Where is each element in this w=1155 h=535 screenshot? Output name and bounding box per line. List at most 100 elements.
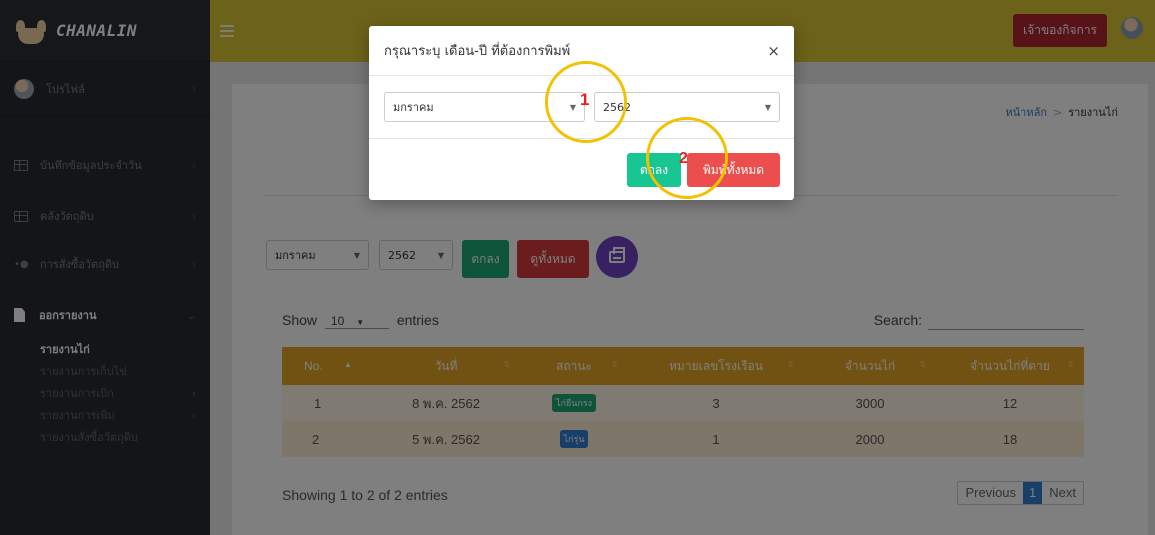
- ok-button[interactable]: ตกลง: [462, 240, 509, 278]
- brand[interactable]: CHANALIN: [0, 0, 210, 62]
- month-select[interactable]: มกราคม ▼: [266, 240, 369, 270]
- caret-down-icon: ▼: [437, 250, 444, 260]
- sort-icon: ⇅: [919, 360, 926, 369]
- pagination: Previous 1 Next: [957, 481, 1084, 505]
- previous-button[interactable]: Previous: [958, 482, 1023, 504]
- sidebar-item-profile[interactable]: โปรไฟล์ ›: [0, 62, 210, 116]
- search-input[interactable]: [928, 312, 1084, 331]
- print-button[interactable]: [596, 236, 638, 278]
- cell-date: 5 พ.ค. 2562: [372, 421, 520, 457]
- cell-status: ไก่ยืนกรง: [520, 385, 628, 421]
- year-select-value: 2562: [388, 248, 416, 262]
- chevron-right-icon: ›: [191, 82, 196, 95]
- view-all-button[interactable]: ดูทั้งหมด: [517, 240, 589, 278]
- next-button[interactable]: Next: [1042, 482, 1083, 504]
- caret-down-icon: ▼: [356, 318, 365, 327]
- file-icon: [14, 308, 25, 322]
- column-header-label: No.: [304, 359, 323, 373]
- column-header-label: จำนวนไก่ที่ตาย: [970, 358, 1050, 373]
- cell-status: ไก่รุ่น: [520, 421, 628, 457]
- printer-icon: [609, 247, 625, 263]
- chevron-down-icon: ⌄: [186, 308, 196, 322]
- cell-house: 1: [628, 421, 804, 457]
- table-icon: [14, 159, 28, 171]
- cell-no: 2: [282, 421, 372, 457]
- column-header-label: หมายเลขโรงเรือน: [669, 358, 763, 373]
- cell-count: 3000: [804, 385, 936, 421]
- datatable-controls: Show 10 ▼ entries Search:: [282, 312, 1084, 331]
- sidebar-item-label: โปรไฟล์: [46, 82, 85, 96]
- breadcrumb-home-link[interactable]: หน้าหลัก: [1005, 106, 1047, 119]
- status-badge: ไก่รุ่น: [559, 430, 589, 448]
- column-header-label: จำนวนไก่: [844, 358, 896, 373]
- sidebar-subitem-chicken-report[interactable]: รายงานไก่: [0, 338, 210, 360]
- chevron-right-icon: ›: [191, 209, 196, 223]
- breadcrumb-current: รายงานไก่: [1068, 106, 1118, 119]
- cell-dead: 12: [936, 385, 1084, 421]
- column-header-house[interactable]: หมายเลขโรงเรือน ⇅: [628, 347, 804, 385]
- breadcrumb-separator-icon: >: [1052, 106, 1063, 119]
- sidebar-subitem-label: รายงานการเก็บไข่: [40, 365, 127, 378]
- chevron-right-icon: ›: [191, 408, 196, 422]
- chevron-right-icon: ›: [191, 257, 196, 271]
- owner-button[interactable]: เจ้าของกิจการ: [1013, 14, 1107, 47]
- column-header-status[interactable]: สถานะ ⇅: [520, 347, 628, 385]
- table-icon: [14, 210, 28, 222]
- sidebar-subitem-withdraw-report[interactable]: รายงานการเบิก ›: [0, 382, 210, 404]
- column-header-dead[interactable]: จำนวนไก่ที่ตาย ⇅: [936, 347, 1084, 385]
- column-header-label: สถานะ: [556, 358, 592, 373]
- sidebar-item-label: การสั่งซื้อวัตถุดิบ: [40, 258, 120, 271]
- sort-icon: ⇅: [611, 360, 618, 369]
- sidebar-item-label: ออกรายงาน: [39, 309, 97, 322]
- modal-title: กรุณาระบุ เดือน-ปี ที่ต้องการพิมพ์: [384, 44, 571, 59]
- table-row: 1 8 พ.ค. 2562 ไก่ยืนกรง 3 3000 12: [282, 385, 1084, 421]
- sidebar: CHANALIN โปรไฟล์ › บันทึกข้อมูลประจำวัน …: [0, 0, 210, 535]
- search-label: Search:: [873, 312, 922, 328]
- status-badge: ไก่ยืนกรง: [551, 394, 597, 412]
- cell-count: 2000: [804, 421, 936, 457]
- caret-down-icon: ▼: [764, 102, 771, 112]
- sidebar-subitem-label: รายงานการเพิ่ม: [40, 409, 115, 422]
- avatar[interactable]: [1121, 17, 1143, 39]
- sidebar-subitem-label: รายงานไก่: [40, 343, 90, 356]
- callout-number-2: 2: [679, 150, 688, 167]
- sidebar-subitem-label: รายงานการเบิก: [40, 387, 114, 400]
- entries-length-select[interactable]: 10 ▼: [324, 314, 389, 329]
- sidebar-item-daily-record[interactable]: บันทึกข้อมูลประจำวัน ›: [0, 116, 210, 192]
- chicken-report-table: No. ▲ วันที่ ⇅ สถานะ ⇅ หมายเลขโรงเรือน ⇅ จำน…: [282, 347, 1084, 457]
- sidebar-item-inventory[interactable]: คลังวัตถุดิบ ›: [0, 192, 210, 240]
- sidebar-subitem-add-report[interactable]: รายงานการเพิ่ม ›: [0, 404, 210, 426]
- callout-number-1: 1: [580, 90, 590, 109]
- close-icon[interactable]: ×: [767, 42, 780, 60]
- cell-date: 8 พ.ค. 2562: [372, 385, 520, 421]
- year-select[interactable]: 2562 ▼: [379, 240, 453, 270]
- modal-month-value: มกราคม: [393, 101, 434, 114]
- sidebar-subitem-label: รายงานสั่งซื้อวัตถุดิบ: [40, 431, 138, 444]
- show-label: Show: [282, 312, 318, 328]
- column-header-date[interactable]: วันที่ ⇅: [372, 347, 520, 385]
- datatable-footer: Showing 1 to 2 of 2 entries Previous 1 N…: [282, 481, 1084, 505]
- table-info: Showing 1 to 2 of 2 entries: [282, 487, 448, 503]
- sidebar-item-reports[interactable]: ออกรายงาน ⌄: [0, 288, 210, 338]
- page-1-button[interactable]: 1: [1023, 482, 1043, 504]
- sidebar-item-ordering[interactable]: •● การสั่งซื้อวัตถุดิบ ›: [0, 240, 210, 288]
- column-header-label: วันที่: [434, 358, 458, 373]
- entries-length-value: 10: [330, 314, 345, 328]
- column-header-count[interactable]: จำนวนไก่ ⇅: [804, 347, 936, 385]
- sidebar-item-label: บันทึกข้อมูลประจำวัน: [40, 159, 142, 172]
- column-header-no[interactable]: No. ▲: [282, 347, 372, 385]
- caret-down-icon: ▼: [353, 250, 360, 260]
- sidebar-subitem-purchase-report[interactable]: รายงานสั่งซื้อวัตถุดิบ: [0, 426, 210, 448]
- cell-house: 3: [628, 385, 804, 421]
- avatar: [14, 78, 34, 99]
- filter-bar: มกราคม ▼ 2562 ▼ ตกลง ดูทั้งหมด: [266, 232, 638, 278]
- chevron-right-icon: ›: [191, 158, 196, 172]
- hamburger-menu-icon[interactable]: [220, 25, 234, 37]
- chevron-right-icon: ›: [191, 386, 196, 400]
- sidebar-item-label: คลังวัตถุดิบ: [40, 210, 94, 223]
- sort-icon: ⇅: [503, 360, 510, 369]
- table-row: 2 5 พ.ค. 2562 ไก่รุ่น 1 2000 18: [282, 421, 1084, 457]
- sidebar-subitem-egg-report[interactable]: รายงานการเก็บไข่: [0, 360, 210, 382]
- brand-name: CHANALIN: [56, 21, 138, 40]
- seedling-icon: •●: [14, 258, 29, 270]
